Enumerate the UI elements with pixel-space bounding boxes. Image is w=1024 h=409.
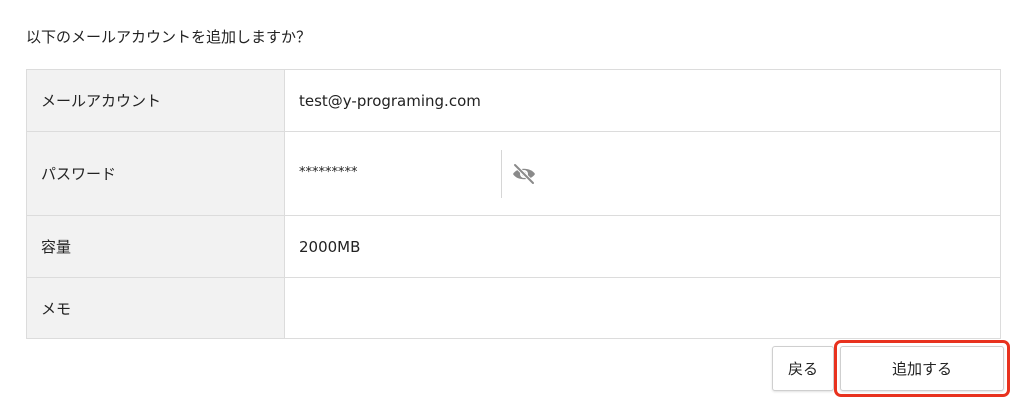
password-cell: ********* [284, 131, 1001, 216]
account-value: test@y-programing.com [284, 69, 1001, 132]
divider [501, 150, 502, 198]
table-row-password: パスワード ********* [26, 131, 1001, 216]
confirm-table: メールアカウント test@y-programing.com パスワード ***… [26, 69, 1001, 339]
password-value: ********* [299, 165, 358, 180]
memo-label: メモ [26, 277, 285, 339]
back-button[interactable]: 戻る [772, 346, 834, 391]
table-row-memo: メモ [26, 277, 1001, 339]
password-field: ********* [299, 132, 1000, 215]
confirm-page: 以下のメールアカウントを追加しますか？ メールアカウント test@y-prog… [0, 0, 1024, 409]
capacity-value: 2000MB [284, 215, 1001, 278]
account-label: メールアカウント [26, 69, 285, 132]
confirm-prompt: 以下のメールアカウントを追加しますか？ [26, 28, 312, 46]
capacity-label: 容量 [26, 215, 285, 278]
password-label: パスワード [26, 131, 285, 216]
table-row-capacity: 容量 2000MB [26, 215, 1001, 278]
memo-value [284, 277, 1001, 339]
eye-slash-icon[interactable] [510, 160, 538, 188]
add-button[interactable]: 追加する [840, 346, 1004, 391]
table-row-account: メールアカウント test@y-programing.com [26, 69, 1001, 132]
